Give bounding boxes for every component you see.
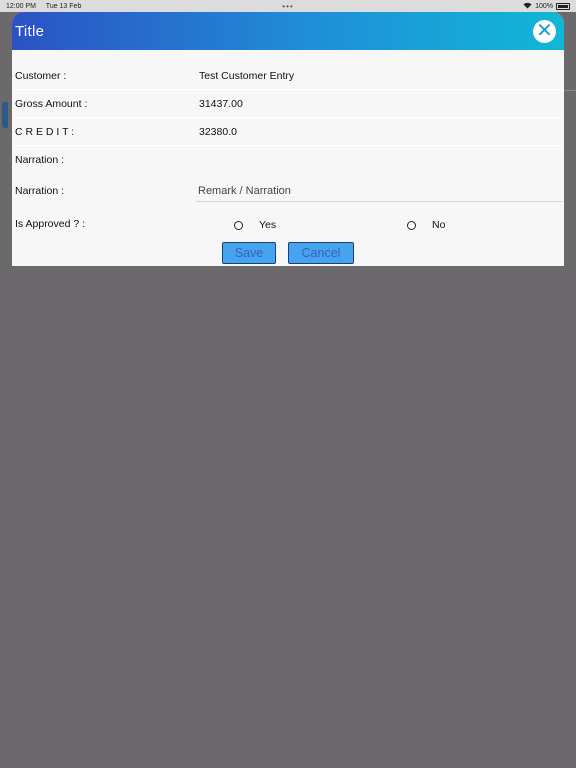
save-button[interactable]: Save (222, 242, 276, 264)
row-divider (12, 145, 564, 146)
dialog-header: Title ✕ (12, 12, 564, 50)
customer-label: Customer : (15, 70, 67, 82)
close-button[interactable]: ✕ (533, 20, 556, 43)
customer-row: Customer : Test Customer Entry (12, 66, 564, 86)
background-divider (564, 90, 576, 91)
gross-amount-value: 31437.00 (199, 98, 243, 110)
gross-amount-row: Gross Amount : 31437.00 (12, 94, 564, 114)
status-dots: ••• (282, 1, 294, 11)
close-icon: ✕ (536, 20, 553, 42)
customer-value: Test Customer Entry (199, 70, 295, 82)
approval-yes-option[interactable]: Yes (234, 219, 276, 231)
status-date: Tue 13 Feb (45, 2, 82, 10)
narration-row: Narration : (12, 150, 564, 170)
approval-label: Is Approved ? : (15, 218, 86, 230)
narration-label: Narration : (15, 154, 65, 166)
credit-label: C R E D I T : (15, 126, 75, 138)
wifi-icon (523, 2, 532, 11)
yes-radio[interactable] (234, 220, 243, 230)
no-radio[interactable] (407, 220, 416, 230)
row-divider (12, 89, 564, 90)
status-time: 12:00 PM (6, 2, 36, 10)
no-label: No (432, 219, 446, 231)
cancel-button[interactable]: Cancel (288, 242, 354, 264)
entry-dialog: Title ✕ Customer : Test Customer Entry G… (12, 12, 564, 266)
battery-percent: 100% (535, 2, 553, 10)
dialog-title: Title (15, 22, 45, 40)
credit-row: C R E D I T : 32380.0 (12, 122, 564, 142)
row-divider (12, 117, 564, 118)
yes-label: Yes (259, 219, 277, 231)
gross-amount-label: Gross Amount : (15, 98, 88, 110)
status-bar: 12:00 PM Tue 13 Feb ••• 100% (0, 0, 576, 12)
credit-value: 32380.0 (199, 126, 237, 138)
background-tab (2, 102, 8, 128)
approval-no-option[interactable]: No (407, 219, 445, 231)
narration-input-label: Narration : (15, 185, 65, 197)
narration-input[interactable] (196, 180, 563, 202)
battery-icon (556, 2, 570, 10)
approval-row: Is Approved ? : (12, 214, 564, 234)
